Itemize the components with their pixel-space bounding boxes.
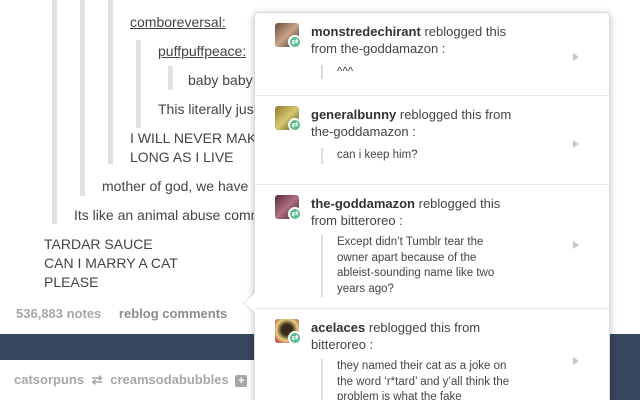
note-source[interactable]: bitteroreo : xyxy=(341,213,403,228)
note-user[interactable]: generalbunny xyxy=(311,107,396,122)
note-comment: can i keep him? xyxy=(321,148,521,164)
popover-caret xyxy=(244,293,255,313)
username-puffpuffpeace[interactable]: puffpuffpeace: xyxy=(158,42,246,60)
note-title: monstredechirant reblogged this from the… xyxy=(311,24,507,56)
post-text: TARDAR SAUCE xyxy=(44,236,153,252)
quote-bar xyxy=(80,0,85,196)
reblog-trail: catsorpuns ⇄ creamsodabubbles + xyxy=(0,360,260,400)
note-comment: ^^^ xyxy=(321,65,521,79)
reblog-badge-icon: ⇄ xyxy=(288,331,302,345)
post-text: LONG AS I LIVE xyxy=(130,149,234,165)
post-footer: 536,883 notes reblog comments xyxy=(16,306,241,321)
post-text: This literally jus xyxy=(158,101,254,117)
note-title: the-goddamazon reblogged this from bitte… xyxy=(311,196,501,228)
post-text: PLEASE xyxy=(44,274,99,290)
reblog-badge-icon: ⇄ xyxy=(288,118,302,132)
note-item[interactable]: ⇄ the-goddamazon reblogged this from bit… xyxy=(255,185,609,309)
expand-arrow-icon[interactable] xyxy=(573,241,579,249)
quote-bar xyxy=(168,66,173,90)
note-title: acelaces reblogged this from bitteroreo … xyxy=(311,320,481,352)
reblog-badge-icon: ⇄ xyxy=(288,35,302,49)
quote-bar xyxy=(52,0,57,224)
note-user[interactable]: acelaces xyxy=(311,320,365,335)
reblog-badge-icon: ⇄ xyxy=(288,207,302,221)
post-text: baby baby xyxy=(188,72,253,88)
post-text: CAN I MARRY A CAT xyxy=(44,255,178,271)
reblog-to-user[interactable]: creamsodabubbles xyxy=(110,372,229,387)
quote-bar xyxy=(136,40,141,128)
quote-bar xyxy=(108,0,113,164)
note-comment: they named their cat as a joke on the wo… xyxy=(321,359,517,400)
note-source[interactable]: the-goddamazon : xyxy=(311,124,416,139)
note-title: generalbunny reblogged this from the-god… xyxy=(311,107,512,139)
post-text: mother of god, we have xyxy=(102,178,249,194)
notes-popover: ⇄ monstredechirant reblogged this from t… xyxy=(254,12,610,400)
expand-arrow-icon[interactable] xyxy=(573,357,579,365)
note-item[interactable]: ⇄ generalbunny reblogged this from the-g… xyxy=(255,96,609,185)
note-item[interactable]: ⇄ monstredechirant reblogged this from t… xyxy=(255,13,609,96)
note-user[interactable]: the-goddamazon xyxy=(311,196,415,211)
reblog-from-user[interactable]: catsorpuns xyxy=(14,372,84,387)
note-source[interactable]: bitteroreo : xyxy=(311,337,373,352)
follow-plus-icon[interactable]: + xyxy=(235,374,248,387)
username-comboreversal[interactable]: comboreversal: xyxy=(130,13,226,31)
note-user[interactable]: monstredechirant xyxy=(311,24,421,39)
post-text: Its like an animal abuse comm xyxy=(74,207,263,223)
note-item[interactable]: ⇄ acelaces reblogged this from bitterore… xyxy=(255,309,609,400)
expand-arrow-icon[interactable] xyxy=(573,140,579,148)
notes-count[interactable]: 536,883 notes xyxy=(16,306,101,321)
post-text: I WILL NEVER MAK xyxy=(130,130,257,146)
reblog-icon: ⇄ xyxy=(91,372,103,387)
note-comment: Except didn’t Tumblr tear the owner apar… xyxy=(321,235,511,297)
note-source[interactable]: the-goddamazon : xyxy=(341,41,446,56)
expand-arrow-icon[interactable] xyxy=(573,53,579,61)
reblog-comments-link[interactable]: reblog comments xyxy=(119,306,227,321)
